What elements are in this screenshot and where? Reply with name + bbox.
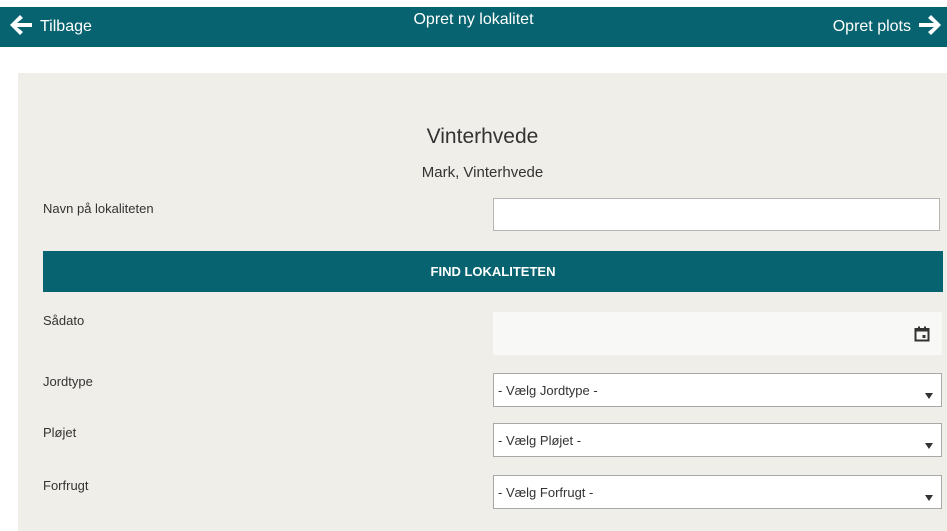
soil-type-value: - Vælg Jordtype - bbox=[498, 383, 598, 398]
plowed-label: Pløjet bbox=[43, 425, 77, 440]
crop-subheading: Mark, Vinterhvede bbox=[421, 164, 544, 181]
page-title: Opret ny lokalitet bbox=[413, 11, 534, 28]
sow-date-field[interactable] bbox=[493, 312, 942, 355]
crop-heading: Vinterhvede bbox=[426, 125, 539, 148]
plowed-value: - Vælg Pløjet - bbox=[498, 433, 582, 448]
chevron-down-icon bbox=[925, 387, 933, 402]
chevron-down-icon bbox=[925, 437, 933, 452]
location-form-panel: Vinterhvede Mark, Vinterhvede Navn på lo… bbox=[18, 73, 947, 531]
previous-crop-select[interactable]: - Vælg Forfrugt - bbox=[493, 475, 942, 509]
soil-type-select[interactable]: - Vælg Jordtype - bbox=[493, 373, 942, 407]
plowed-select[interactable]: - Vælg Pløjet - bbox=[493, 423, 942, 457]
create-plots-button-label: Opret plots bbox=[832, 18, 911, 35]
top-bar: Tilbage Opret ny lokalitet Opret plots bbox=[0, 7, 947, 47]
location-name-input[interactable] bbox=[493, 198, 940, 231]
previous-crop-label: Forfrugt bbox=[43, 478, 89, 493]
chevron-down-icon bbox=[925, 489, 933, 504]
sow-date-label: Sådato bbox=[43, 313, 85, 328]
location-name-label: Navn på lokaliteten bbox=[43, 201, 154, 216]
soil-type-label: Jordtype bbox=[43, 374, 93, 389]
create-plots-button[interactable]: Opret plots bbox=[833, 7, 943, 47]
calendar-icon[interactable] bbox=[914, 326, 930, 347]
previous-crop-value: - Vælg Forfrugt - bbox=[498, 485, 594, 500]
find-location-button[interactable]: FIND LOKALITETEN bbox=[43, 251, 943, 292]
arrow-right-icon bbox=[917, 13, 943, 42]
